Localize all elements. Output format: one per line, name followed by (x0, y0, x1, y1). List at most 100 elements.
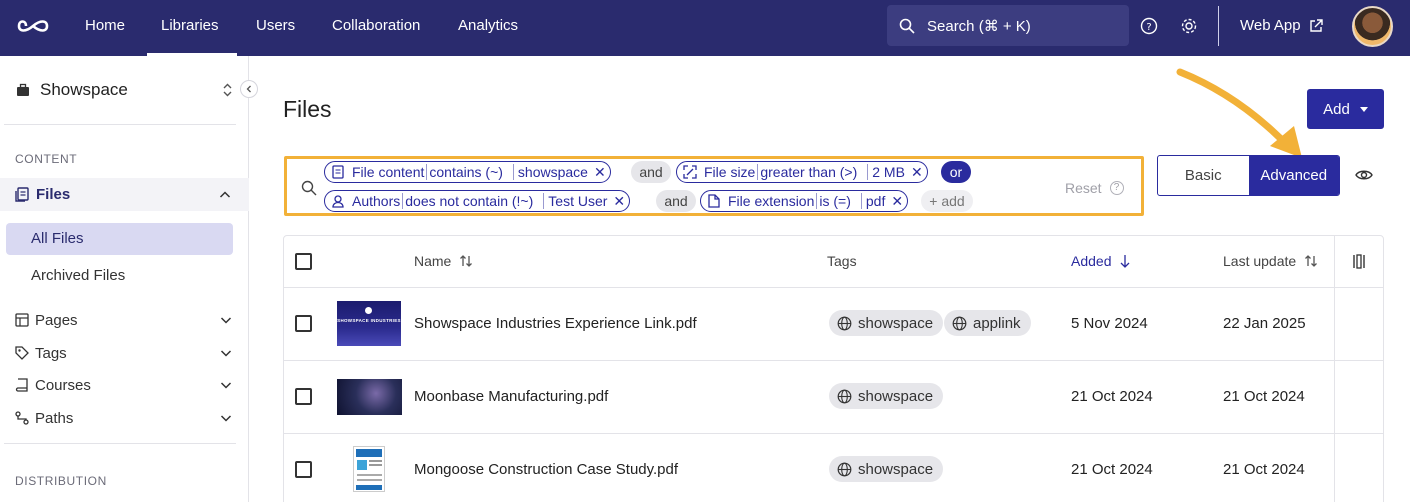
workspace-selector[interactable]: Showspace (16, 79, 236, 101)
column-added-label: Added (1071, 253, 1112, 269)
distribution-section-label: DISTRIBUTION (15, 474, 107, 488)
sidebar-item-tags[interactable]: Tags (15, 342, 235, 364)
help-icon[interactable]: ? (1109, 181, 1124, 195)
gear-icon[interactable] (1180, 17, 1198, 35)
filter-connector-and[interactable]: and (656, 190, 696, 212)
filter-value: pdf (860, 193, 885, 209)
tag-label: showspace (858, 387, 934, 405)
user-avatar[interactable] (1352, 6, 1393, 47)
file-name[interactable]: Moonbase Manufacturing.pdf (414, 388, 608, 405)
table-header: Name Tags Added Last update (284, 236, 1383, 288)
column-header-name[interactable]: Name (414, 253, 473, 269)
column-tags-label: Tags (827, 253, 857, 269)
advanced-mode-button[interactable]: Advanced (1248, 156, 1339, 195)
web-app-label: Web App (1240, 17, 1301, 34)
row-checkbox[interactable] (295, 315, 312, 332)
sidebar: Showspace CONTENT Files All Files Archiv… (0, 56, 249, 502)
filter-value: showspace (512, 164, 588, 180)
nav-users[interactable]: Users (256, 0, 295, 56)
advanced-filter-bar[interactable]: File content contains (~) showspace ✕ an… (284, 156, 1144, 216)
filter-chip-file-size[interactable]: File size greater than (>) 2 MB ✕ (676, 161, 928, 183)
remove-filter-icon[interactable]: ✕ (613, 193, 625, 210)
tag-chip[interactable]: showspace (829, 310, 944, 336)
expand-icon (683, 165, 697, 179)
added-date: 21 Oct 2024 (1071, 461, 1153, 478)
reset-label: Reset (1065, 180, 1102, 196)
add-filter-button[interactable]: + add (921, 190, 973, 212)
sidebar-item-pages-label: Pages (35, 311, 78, 329)
external-link-icon (1309, 19, 1323, 32)
help-icon[interactable]: ? (1140, 17, 1158, 35)
filter-value: Test User (543, 193, 607, 209)
filter-field: File content (352, 164, 425, 180)
filter-chip-authors[interactable]: Authors does not contain (!~) Test User … (324, 190, 631, 212)
column-header-added[interactable]: Added (1071, 253, 1131, 269)
sidebar-item-archived-files[interactable]: Archived Files (6, 260, 233, 292)
filter-value: 2 MB (867, 164, 905, 180)
sidebar-item-paths[interactable]: Paths (15, 407, 235, 429)
tag-chip[interactable]: applink (944, 310, 1031, 336)
filter-chip-file-content[interactable]: File content contains (~) showspace ✕ (324, 161, 611, 183)
search-icon (301, 180, 317, 196)
chevron-updown-icon (223, 83, 232, 97)
row-checkbox[interactable] (295, 388, 312, 405)
row-checkbox[interactable] (295, 461, 312, 478)
nav-libraries[interactable]: Libraries (147, 0, 236, 56)
chevron-down-icon (220, 350, 232, 357)
file-name[interactable]: Showspace Industries Experience Link.pdf (414, 315, 697, 332)
remove-filter-icon[interactable]: ✕ (594, 164, 606, 181)
reset-filters-button[interactable]: Reset ? (1065, 180, 1124, 196)
filter-operator: contains (~) (426, 164, 505, 180)
table-row[interactable]: SHOWSPACE INDUSTRIES Showspace Industrie… (284, 288, 1383, 361)
nav-analytics[interactable]: Analytics (458, 0, 518, 56)
app-logo-icon[interactable] (16, 14, 50, 38)
caret-down-icon (1359, 106, 1368, 112)
columns-icon[interactable] (1352, 254, 1366, 269)
sort-icon (1305, 255, 1318, 267)
column-name-label: Name (414, 253, 452, 269)
web-app-link[interactable]: Web App (1240, 0, 1323, 52)
chevron-down-icon (220, 382, 232, 389)
filter-chip-file-extension[interactable]: File extension is (=) pdf ✕ (700, 190, 909, 212)
svg-text:?: ? (1146, 22, 1151, 33)
remove-filter-icon[interactable]: ✕ (891, 193, 903, 210)
sidebar-item-pages[interactable]: Pages (15, 309, 235, 331)
filter-operator: is (=) (816, 193, 853, 209)
updated-date: 21 Oct 2024 (1223, 388, 1305, 405)
added-date: 21 Oct 2024 (1071, 388, 1153, 405)
column-header-last-update[interactable]: Last update (1223, 253, 1318, 269)
chevron-down-icon (220, 415, 232, 422)
remove-filter-icon[interactable]: ✕ (911, 164, 923, 181)
tag-label: showspace (858, 460, 934, 478)
basic-mode-button[interactable]: Basic (1158, 156, 1249, 195)
filter-connector-and[interactable]: and (631, 161, 671, 183)
column-header-tags: Tags (827, 253, 857, 269)
file-thumbnail (337, 379, 402, 415)
file-name[interactable]: Mongoose Construction Case Study.pdf (414, 461, 678, 478)
file-icon (708, 194, 720, 208)
filter-operator: does not contain (!~) (402, 193, 535, 209)
filter-field: Authors (352, 193, 401, 209)
sidebar-item-courses[interactable]: Courses (15, 374, 235, 396)
column-updated-label: Last update (1223, 253, 1297, 269)
divider (4, 443, 236, 444)
select-all-checkbox[interactable] (295, 253, 312, 270)
nav-home[interactable]: Home (85, 0, 125, 56)
table-row[interactable]: Mongoose Construction Case Study.pdf sho… (284, 434, 1383, 502)
globe-icon (952, 316, 967, 330)
sidebar-item-all-files[interactable]: All Files (6, 223, 233, 255)
added-date: 5 Nov 2024 (1071, 315, 1148, 332)
collapse-sidebar-button[interactable] (240, 80, 258, 98)
eye-icon[interactable] (1355, 167, 1373, 183)
tag-chip[interactable]: showspace (829, 456, 944, 482)
files-icon (15, 187, 29, 202)
table-row[interactable]: Moonbase Manufacturing.pdf showspace 21 … (284, 361, 1383, 434)
tag-chip[interactable]: showspace (829, 383, 944, 409)
filter-field: File extension (728, 193, 815, 209)
nav-collaboration[interactable]: Collaboration (332, 0, 420, 56)
sidebar-item-files[interactable]: Files (0, 178, 249, 211)
divider (4, 124, 236, 125)
filter-connector-or[interactable]: or (941, 161, 971, 183)
sidebar-item-tags-label: Tags (35, 344, 67, 362)
global-search[interactable]: Search (⌘ + K) (887, 5, 1129, 46)
